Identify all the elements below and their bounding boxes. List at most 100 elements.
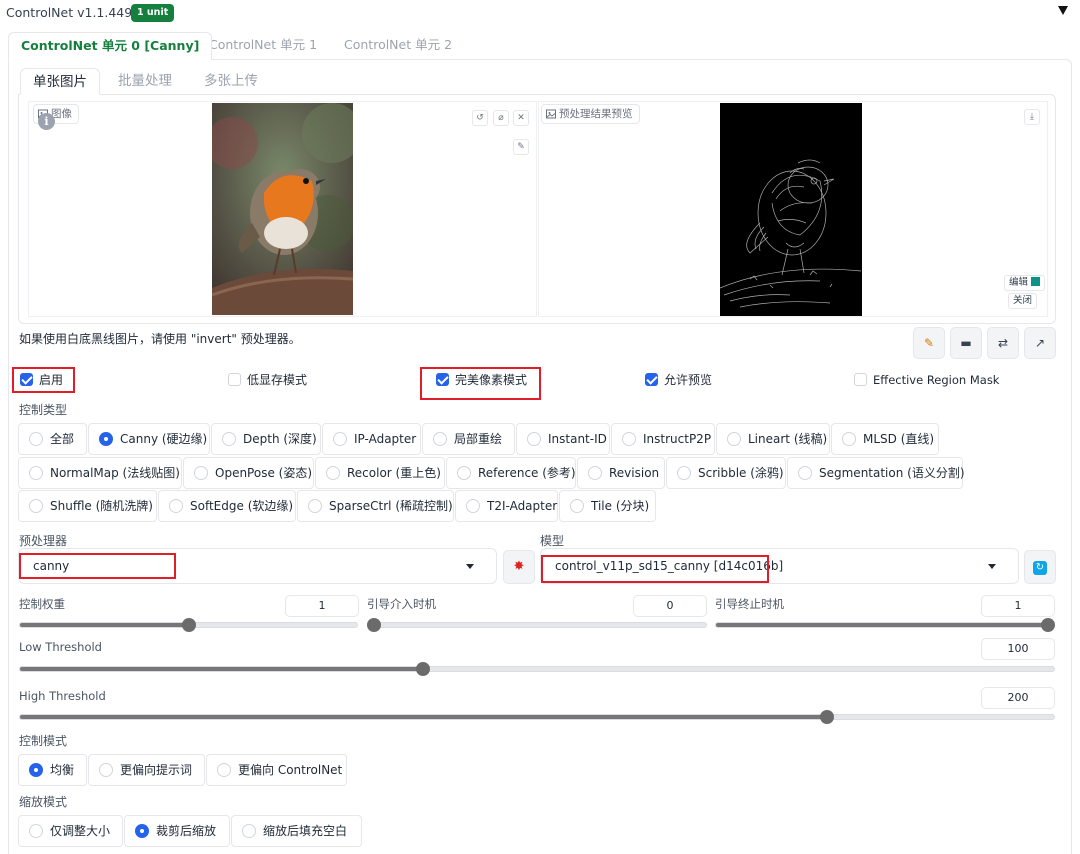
radio-icon (570, 499, 584, 513)
checkbox-unchecked-icon (228, 373, 241, 386)
run-preprocessor-button[interactable]: ✸ (503, 550, 535, 584)
input-image (212, 103, 353, 315)
radio-icon (29, 824, 43, 838)
control-type-inpaint[interactable]: 局部重绘 (422, 423, 515, 455)
dropdown-arrow-icon (988, 564, 996, 569)
explosion-icon: ✸ (513, 559, 525, 574)
note-icon: ✎ (923, 336, 935, 350)
control-type-sparsectrl[interactable]: SparseCtrl (稀疏控制) (297, 490, 454, 522)
highlight-preprocessor (19, 553, 176, 579)
low-threshold-input[interactable]: 100 (981, 638, 1055, 660)
control-type-normalmap[interactable]: NormalMap (法线贴图) (18, 457, 182, 489)
preview-label: 预处理结果预览 (541, 104, 640, 124)
control-type-depth[interactable]: Depth (深度) (211, 423, 321, 455)
control-type-segmentation[interactable]: Segmentation (语义分割) (787, 457, 965, 489)
slider-thumb[interactable] (819, 710, 834, 724)
control-type-openpose[interactable]: OpenPose (姿态) (183, 457, 314, 489)
edit-button[interactable]: 编辑 (1004, 275, 1046, 291)
control-type-t2i-adapter[interactable]: T2I-Adapter (455, 490, 558, 522)
control-type-mlsd[interactable]: MLSD (直线) (831, 423, 939, 455)
radio-icon (622, 432, 636, 446)
control-type-softedge[interactable]: SoftEdge (软边缘) (158, 490, 296, 522)
low-threshold-slider[interactable] (19, 662, 1055, 676)
tab-unit-1[interactable]: ControlNet 单元 1 (209, 32, 317, 60)
radio-icon (527, 432, 541, 446)
radio-icon (169, 499, 183, 513)
tab-multi-upload[interactable]: 多张上传 (204, 68, 258, 95)
radio-selected-icon (135, 824, 149, 838)
resize-mode-just-resize[interactable]: 仅调整大小 (18, 815, 123, 847)
guidance-end-slider[interactable] (715, 618, 1055, 632)
radio-selected-icon (29, 763, 43, 777)
control-type-ip-adapter[interactable]: IP-Adapter (322, 423, 421, 455)
radio-icon (217, 763, 231, 777)
control-weight-label: 控制权重 (19, 597, 65, 611)
highlight-model (541, 555, 769, 583)
control-type-tile[interactable]: Tile (分块) (559, 490, 656, 522)
send-dimensions-button[interactable]: ↗ (1024, 327, 1056, 359)
webcam-button[interactable]: ▬ (950, 327, 982, 359)
guidance-end-input[interactable]: 1 (981, 595, 1055, 617)
control-type-canny[interactable]: Canny (硬边缘) (88, 423, 210, 455)
low-vram-checkbox[interactable]: 低显存模式 (228, 372, 307, 388)
radio-icon (457, 466, 471, 480)
edit-icon (1031, 277, 1041, 286)
guidance-start-slider[interactable] (367, 618, 707, 632)
slider-thumb[interactable] (367, 618, 381, 632)
control-type-revision[interactable]: Revision (577, 457, 665, 489)
radio-icon (99, 763, 113, 777)
close-preview-button[interactable]: 关闭 (1008, 293, 1038, 309)
swap-icon: ⇄ (997, 336, 1009, 350)
brush-icon[interactable]: ✎ (513, 139, 529, 155)
download-icon[interactable]: ⤓ (1024, 109, 1040, 125)
high-threshold-input[interactable]: 200 (981, 687, 1055, 709)
refresh-models-button[interactable]: ↻ (1024, 550, 1056, 584)
radio-icon (29, 466, 43, 480)
radio-icon (798, 466, 812, 480)
controlnet-header[interactable]: ControlNet v1.1.449 1 unit (0, 0, 1080, 26)
slider-thumb[interactable] (181, 618, 196, 632)
control-type-scribble[interactable]: Scribble (涂鸦) (666, 457, 786, 489)
tab-unit-2[interactable]: ControlNet 单元 2 (344, 32, 452, 60)
resize-mode-label: 缩放模式 (19, 795, 68, 809)
unit-count-badge: 1 unit (131, 4, 175, 22)
high-threshold-slider[interactable] (19, 710, 1055, 724)
tab-single-image[interactable]: 单张图片 (20, 68, 100, 95)
control-mode-label: 控制模式 (19, 734, 68, 748)
control-type-recolor[interactable]: Recolor (重上色) (315, 457, 445, 489)
control-type-reference[interactable]: Reference (参考) (446, 457, 576, 489)
control-type-lineart[interactable]: Lineart (线稿) (716, 423, 830, 455)
allow-preview-checkbox[interactable]: 允许预览 (645, 372, 712, 388)
tab-unit-0[interactable]: ControlNet 单元 0 [Canny] (8, 32, 213, 60)
invert-hint-text: 如果使用白底黑线图片，请使用 "invert" 预处理器。 (19, 332, 301, 346)
image-icon (546, 109, 556, 119)
radio-icon (29, 432, 43, 446)
control-weight-slider[interactable] (19, 618, 358, 632)
control-mode-prompt[interactable]: 更偏向提示词 (88, 754, 205, 786)
resize-mode-crop-and-resize[interactable]: 裁剪后缩放 (124, 815, 230, 847)
control-weight-input[interactable]: 1 (285, 595, 359, 617)
tab-batch[interactable]: 批量处理 (118, 68, 172, 95)
guidance-end-label: 引导终止时机 (715, 597, 784, 611)
collapse-caret-icon[interactable] (1058, 6, 1068, 15)
eraser-icon[interactable]: ⌀ (493, 110, 509, 126)
control-type-shuffle[interactable]: Shuffle (随机洗牌) (18, 490, 157, 522)
mirror-webcam-button[interactable]: ⇄ (987, 327, 1019, 359)
control-type-all[interactable]: 全部 (18, 423, 87, 455)
guidance-start-input[interactable]: 0 (633, 595, 707, 617)
control-mode-balanced[interactable]: 均衡 (18, 754, 87, 786)
create-canvas-button[interactable]: ✎ (913, 327, 945, 359)
radio-icon (333, 432, 347, 446)
info-icon[interactable]: i (38, 113, 55, 130)
camera-icon: ▬ (960, 336, 972, 350)
control-type-label: 控制类型 (19, 403, 68, 417)
resize-mode-resize-and-fill[interactable]: 缩放后填充空白 (231, 815, 362, 847)
control-type-instructp2p[interactable]: InstructP2P (611, 423, 715, 455)
control-mode-controlnet[interactable]: 更偏向 ControlNet (206, 754, 347, 786)
close-icon[interactable]: ✕ (513, 110, 529, 126)
undo-icon[interactable]: ↺ (472, 110, 488, 126)
controlnet-title: ControlNet v1.1.449 (6, 5, 133, 20)
effective-region-mask-checkbox[interactable]: Effective Region Mask (854, 372, 999, 388)
control-type-instant-id[interactable]: Instant-ID (516, 423, 610, 455)
slider-thumb[interactable] (1041, 618, 1055, 632)
